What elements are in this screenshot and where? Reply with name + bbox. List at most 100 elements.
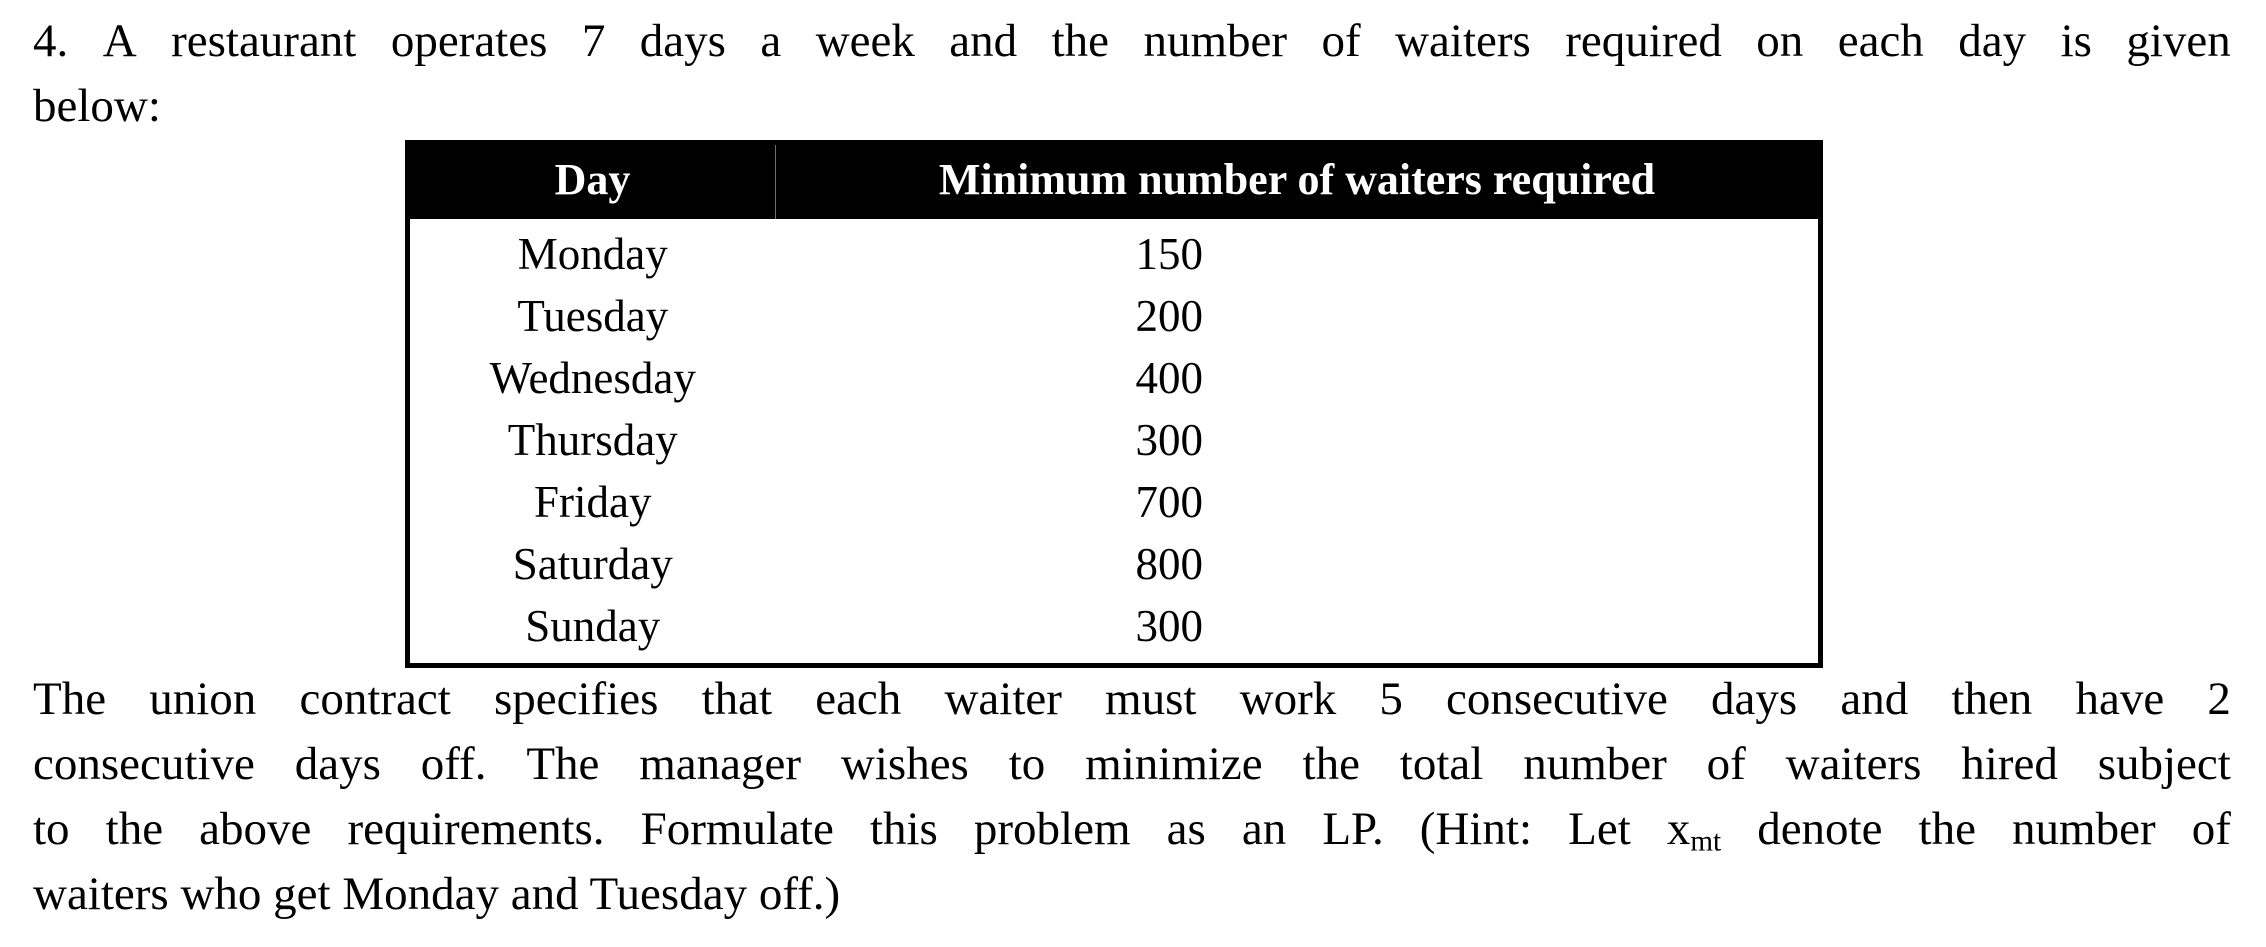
cell-waiters: 700	[775, 471, 1821, 533]
waiters-requirement-table: Day Minimum number of waiters required M…	[405, 140, 1823, 668]
intro-line-2: below:	[33, 80, 161, 132]
closing-word: consecutive	[1446, 673, 1668, 725]
closing-word: specifies	[493, 673, 659, 725]
cell-day: Monday	[407, 219, 776, 285]
closing-word: consecutive	[33, 738, 255, 790]
closing-word: LP.	[1322, 803, 1384, 855]
closing-word: total	[1399, 738, 1484, 790]
cell-waiters: 150	[775, 219, 1821, 285]
cell-day: Saturday	[407, 533, 776, 595]
closing-word: above	[199, 803, 312, 855]
cell-day: Sunday	[407, 595, 776, 666]
closing-word: minimize	[1085, 738, 1263, 790]
closing-word: days	[1711, 673, 1798, 725]
intro-word: a	[760, 15, 782, 67]
waiters-table-wrapper: Day Minimum number of waiters required M…	[405, 140, 1823, 668]
closing-word: days	[294, 738, 381, 790]
intro-word: 7	[581, 15, 606, 67]
closing-word: each	[815, 673, 902, 725]
intro-word: operates	[390, 15, 548, 67]
column-header-day: Day	[407, 142, 776, 219]
closing-word: have	[2075, 673, 2165, 725]
closing-word: requirements.	[347, 803, 605, 855]
closing-word: The	[526, 738, 600, 790]
closing-word: the	[1918, 803, 1976, 855]
closing-word: of	[2191, 803, 2231, 855]
subscript-mt: mt	[1690, 825, 1722, 858]
closing-word: union	[149, 673, 257, 725]
closing-word: the	[1302, 738, 1360, 790]
closing-word: the	[105, 803, 164, 855]
intro-word: waiters	[1395, 15, 1531, 67]
intro-word: of	[1321, 15, 1361, 67]
intro-word: given	[2126, 15, 2231, 67]
table-row: Tuesday 200	[407, 285, 1821, 347]
closing-word: number	[1523, 738, 1667, 790]
table-row: Wednesday 400	[407, 347, 1821, 409]
intro-word: A	[102, 15, 137, 67]
closing-word: The	[33, 673, 107, 725]
table-row: Monday 150	[407, 219, 1821, 285]
cell-day: Thursday	[407, 409, 776, 471]
closing-word: contract	[299, 673, 451, 725]
closing-word: 5	[1379, 673, 1403, 725]
closing-word: problem	[973, 803, 1131, 855]
table-header: Day Minimum number of waiters required	[407, 142, 1821, 219]
intro-word: on	[1756, 15, 1804, 67]
intro-word: days	[639, 15, 726, 67]
closing-word: number	[2012, 803, 2156, 855]
closing-word: manager	[639, 738, 802, 790]
closing-word: hired	[1961, 738, 2058, 790]
closing-word: this	[869, 803, 938, 855]
intro-word: the	[1051, 15, 1110, 67]
intro-word: week	[815, 15, 915, 67]
intro-word: day	[1958, 15, 2027, 67]
closing-word: to	[1008, 738, 1046, 790]
closing-word: an	[1241, 803, 1287, 855]
intro-word: is	[2060, 15, 2092, 67]
intro-word: required	[1565, 15, 1722, 67]
closing-word: waiters	[1785, 738, 1922, 790]
closing-word: waiter	[944, 673, 1062, 725]
closing-word: as	[1166, 803, 1206, 855]
table-row: Thursday 300	[407, 409, 1821, 471]
cell-day: Wednesday	[407, 347, 776, 409]
closing-line-4: waiters who get Monday and Tuesday off.)	[33, 868, 841, 920]
closing-word: to	[33, 803, 70, 855]
closing-word: of	[1706, 738, 1746, 790]
closing-word: then	[1951, 673, 2033, 725]
closing-word: subject	[2097, 738, 2231, 790]
closing-word: (Hint:	[1419, 803, 1533, 855]
cell-waiters: 400	[775, 347, 1821, 409]
closing-line-1: The union contract specifies that each w…	[33, 667, 2231, 732]
closing-word: 2	[2207, 673, 2231, 725]
closing-word: must	[1105, 673, 1197, 725]
table-header-row: Day Minimum number of waiters required	[407, 142, 1821, 219]
intro-word: restaurant	[171, 15, 357, 67]
intro-word: 4.	[33, 15, 69, 67]
table-row: Saturday 800	[407, 533, 1821, 595]
cell-waiters: 300	[775, 409, 1821, 471]
table-body: Monday 150 Tuesday 200 Wednesday 400 Thu…	[407, 219, 1821, 666]
cell-day: Tuesday	[407, 285, 776, 347]
cell-waiters: 300	[775, 595, 1821, 666]
closing-word: Let	[1568, 803, 1631, 855]
closing-paragraph: The union contract specifies that each w…	[33, 667, 2231, 927]
closing-word: denote	[1757, 803, 1883, 855]
closing-line-2: consecutive days off. The manager wishes…	[33, 732, 2231, 797]
closing-word: off.	[420, 738, 487, 790]
intro-word: and	[949, 15, 1018, 67]
closing-word: wishes	[840, 738, 969, 790]
closing-word: work	[1239, 673, 1337, 725]
variable-x-mt: xmt	[1666, 803, 1722, 858]
document-page: 4. A restaurant operates 7 days a week a…	[0, 0, 2266, 947]
cell-waiters: 200	[775, 285, 1821, 347]
cell-day: Friday	[407, 471, 776, 533]
closing-line-3: to the above requirements. Formulate thi…	[33, 797, 2231, 862]
table-row: Sunday 300	[407, 595, 1821, 666]
intro-paragraph: 4. A restaurant operates 7 days a week a…	[33, 9, 2231, 139]
closing-word: and	[1840, 673, 1909, 725]
cell-waiters: 800	[775, 533, 1821, 595]
intro-line-1: 4. A restaurant operates 7 days a week a…	[33, 9, 2231, 74]
intro-word: number	[1143, 15, 1288, 67]
